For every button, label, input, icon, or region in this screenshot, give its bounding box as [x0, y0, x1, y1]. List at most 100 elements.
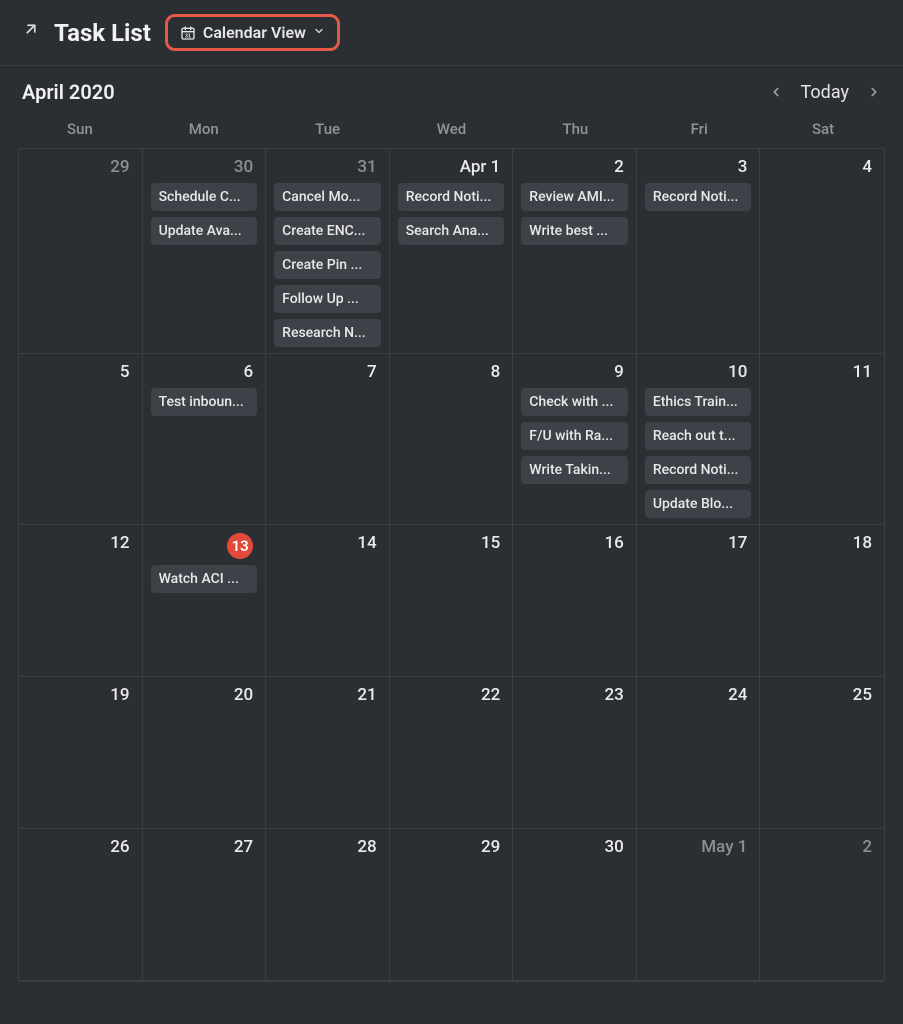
expand-icon[interactable]	[22, 20, 40, 43]
calendar-cell[interactable]: 19	[19, 677, 143, 829]
event-list: Cancel Mo... Create ENC... Create Pin ... F…	[274, 183, 381, 347]
calendar-event[interactable]: Record Noti...	[398, 183, 505, 211]
calendar-event[interactable]: Ethics Train...	[645, 388, 752, 416]
calendar-event[interactable]: Test inboun...	[151, 388, 258, 416]
calendar-cell[interactable]: 3 Record Noti...	[637, 149, 761, 354]
calendar-cell[interactable]: 10 Ethics Train... Reach out t... Record No…	[637, 354, 761, 525]
day-number: 12	[27, 533, 134, 553]
event-list: Ethics Train... Reach out t... Record Noti…	[645, 388, 752, 518]
calendar-event[interactable]: Research N...	[274, 319, 381, 347]
dow-thu: Thu	[513, 120, 637, 138]
view-label: Calendar View	[203, 23, 306, 42]
day-number: 29	[398, 837, 505, 857]
calendar-event[interactable]: Create Pin ...	[274, 251, 381, 279]
calendar-grid: 29 30 Schedule C... Update Ava... 31 Cancel M…	[18, 148, 885, 982]
calendar-cell[interactable]: 28	[266, 829, 390, 981]
calendar-cell[interactable]: 11	[760, 354, 884, 525]
calendar-cell[interactable]: 8	[390, 354, 514, 525]
calendar-cell[interactable]: 12	[19, 525, 143, 677]
calendar-cell[interactable]: 22	[390, 677, 514, 829]
calendar-cell[interactable]: 6 Test inboun...	[143, 354, 267, 525]
day-number: 23	[521, 685, 628, 705]
calendar-cell[interactable]: 17	[637, 525, 761, 677]
month-label: April 2020	[22, 80, 115, 104]
calendar-event[interactable]: Review AMI...	[521, 183, 628, 211]
calendar-event[interactable]: Write Takin...	[521, 456, 628, 484]
today-button[interactable]: Today	[801, 82, 849, 103]
dow-wed: Wed	[390, 120, 514, 138]
day-number: 30	[521, 837, 628, 857]
day-number: 10	[645, 362, 752, 382]
calendar-cell[interactable]: 20	[143, 677, 267, 829]
event-list: Review AMI... Write best ...	[521, 183, 628, 245]
calendar-cell[interactable]: 16	[513, 525, 637, 677]
day-number: 2	[521, 157, 628, 177]
today-badge: 13	[227, 533, 253, 559]
day-number: 31	[274, 157, 381, 177]
next-month-button[interactable]	[867, 80, 881, 104]
day-number: 20	[151, 685, 258, 705]
day-number: 17	[645, 533, 752, 553]
calendar-event[interactable]: Watch ACI ...	[151, 565, 258, 593]
calendar-event[interactable]: Create ENC...	[274, 217, 381, 245]
calendar-cell[interactable]: 2 Review AMI... Write best ...	[513, 149, 637, 354]
calendar-cell[interactable]: 21	[266, 677, 390, 829]
calendar-cell[interactable]: 25	[760, 677, 884, 829]
day-number: May 1	[645, 837, 752, 857]
calendar-event[interactable]: Record Noti...	[645, 183, 752, 211]
day-number: 3	[645, 157, 752, 177]
calendar-cell[interactable]: 27	[143, 829, 267, 981]
prev-month-button[interactable]	[769, 80, 783, 104]
calendar-cell[interactable]: 26	[19, 829, 143, 981]
calendar-cell[interactable]: 30 Schedule C... Update Ava...	[143, 149, 267, 354]
calendar-cell[interactable]: 29	[19, 149, 143, 354]
calendar-cell[interactable]: 5	[19, 354, 143, 525]
calendar-event[interactable]: Search Ana...	[398, 217, 505, 245]
event-list: Schedule C... Update Ava...	[151, 183, 258, 245]
event-list: Watch ACI ...	[151, 565, 258, 593]
day-number: 25	[768, 685, 876, 705]
day-number: 21	[274, 685, 381, 705]
calendar-event[interactable]: Write best ...	[521, 217, 628, 245]
day-number: 5	[27, 362, 134, 382]
calendar-event[interactable]: Update Blo...	[645, 490, 752, 518]
calendar-cell[interactable]: 15	[390, 525, 514, 677]
page-title: Task List	[54, 19, 151, 47]
calendar-cell[interactable]: 14	[266, 525, 390, 677]
svg-text:31: 31	[185, 33, 191, 39]
chevron-down-icon	[313, 25, 325, 41]
day-number: Apr 1	[398, 157, 505, 177]
calendar-event[interactable]: Cancel Mo...	[274, 183, 381, 211]
calendar-cell[interactable]: 9Check with ...F/U with Ra...Write Takin…	[513, 354, 637, 525]
calendar-cell[interactable]: 18	[760, 525, 884, 677]
calendar-cell[interactable]: 2	[760, 829, 884, 981]
day-number: 26	[27, 837, 134, 857]
day-number: 6	[151, 362, 258, 382]
calendar-cell[interactable]: 29	[390, 829, 514, 981]
calendar-event[interactable]: Check with ...	[521, 388, 628, 416]
calendar-cell[interactable]: 24	[637, 677, 761, 829]
event-list: Check with ... F/U with Ra... Write Takin.…	[521, 388, 628, 484]
calendar-cell[interactable]: 31 Cancel Mo... Create ENC... Create Pin ..…	[266, 149, 390, 354]
calendar-event[interactable]: Record Noti...	[645, 456, 752, 484]
day-number: 30	[151, 157, 258, 177]
calendar-event[interactable]: Reach out t...	[645, 422, 752, 450]
calendar-cell[interactable]: 13 Watch ACI ...	[143, 525, 267, 677]
calendar-cell[interactable]: 4	[760, 149, 884, 354]
calendar-event[interactable]: Update Ava...	[151, 217, 258, 245]
calendar-icon: 31	[180, 25, 196, 41]
calendar-event[interactable]: Schedule C...	[151, 183, 258, 211]
subheader: April 2020 Today	[0, 66, 903, 112]
calendar-event[interactable]: F/U with Ra...	[521, 422, 628, 450]
day-number: 29	[27, 157, 134, 177]
calendar-cell[interactable]: 30	[513, 829, 637, 981]
view-switcher[interactable]: 31 Calendar View	[165, 14, 340, 51]
calendar-cell[interactable]: Apr 1 Record Noti... Search Ana...	[390, 149, 514, 354]
calendar-cell[interactable]: May 1	[637, 829, 761, 981]
day-number: 16	[521, 533, 628, 553]
calendar-cell[interactable]: 7	[266, 354, 390, 525]
day-number: 27	[151, 837, 258, 857]
calendar-cell[interactable]: 23	[513, 677, 637, 829]
day-number: 28	[274, 837, 381, 857]
calendar-event[interactable]: Follow Up ...	[274, 285, 381, 313]
